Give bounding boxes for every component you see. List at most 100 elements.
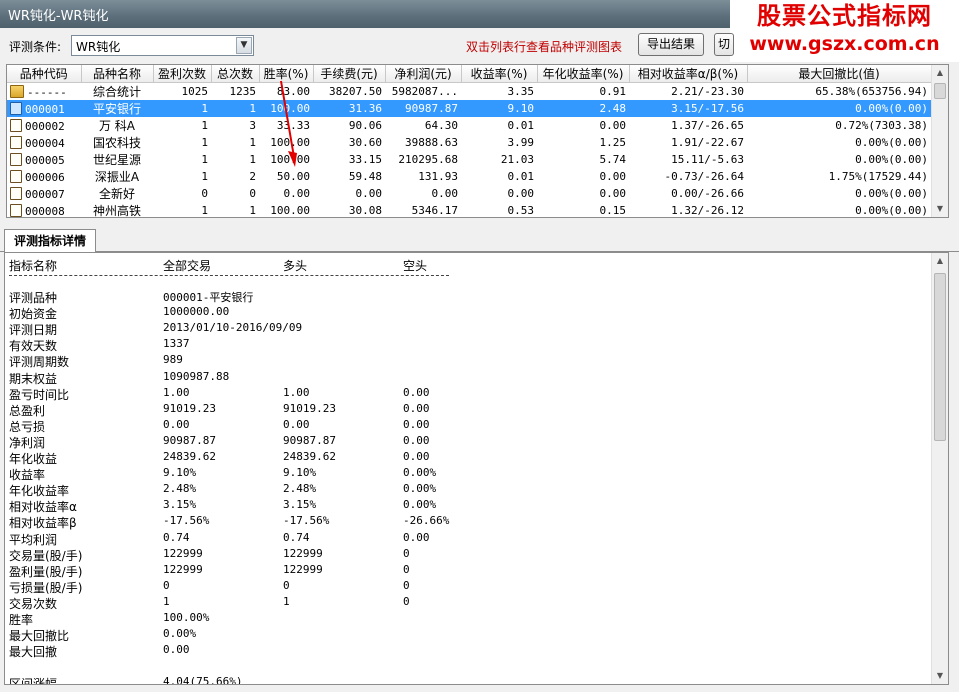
detail-short: 0.00	[403, 450, 430, 463]
detail-all: 3.15%	[163, 498, 197, 512]
cell-win: 0	[201, 187, 208, 200]
detail-long: 3.15%	[283, 498, 317, 512]
detail-short: 0.00%	[403, 498, 437, 512]
detail-name: 评测周期数	[9, 355, 70, 370]
detail-name: 初始资金	[9, 307, 58, 322]
detail-short: 0.00	[403, 401, 430, 415]
cell-win: 1	[201, 170, 208, 183]
grid-column-header[interactable]: 品种代码	[7, 65, 82, 83]
cell-win: 1	[201, 153, 208, 166]
detail-all: 1.00	[163, 385, 190, 399]
detail-long: 0.74	[283, 530, 310, 544]
detail-all: 24839.62	[163, 450, 216, 463]
grid-column-header[interactable]: 年化收益率(%)	[537, 65, 630, 83]
grid-column-header[interactable]: 盈利次数	[153, 65, 212, 83]
scroll-down-icon[interactable]: ▼	[932, 201, 948, 217]
grid-column-header[interactable]: 相对收益率α/β(%)	[629, 65, 748, 83]
detail-name: 区间涨幅	[9, 677, 58, 685]
scroll-up-icon[interactable]: ▲	[932, 253, 948, 269]
cell-annual: 5.74	[599, 153, 627, 166]
detail-row: 收益率 9.10% 9.10% 0.00%	[9, 466, 469, 482]
table-row[interactable]: 000004 国农科技 1 1 100.00 30.60 39888.63 3.99 1.25 1…	[7, 134, 931, 151]
detail-name: 年化收益	[9, 452, 58, 466]
cell-relative: -0.73/-26.64	[664, 170, 744, 183]
tab-detail[interactable]: 评测指标详情	[4, 229, 96, 253]
detail-row: 相对收益率β -17.56% -17.56% -26.66%	[9, 514, 469, 530]
detail-row: 有效天数 1337	[9, 337, 469, 353]
grid-column-header[interactable]: 净利润(元)	[385, 65, 462, 83]
table-row[interactable]: 000007 全新好 0 0 0.00 0.00 0.00 0.00 0.00 0.00/-26.…	[7, 185, 931, 202]
grid-column-header[interactable]: 总次数	[211, 65, 260, 83]
cell-relative: 3.15/-17.56	[629, 100, 747, 117]
grid-column-header[interactable]: 收益率(%)	[461, 65, 538, 83]
detail-short: 0	[403, 562, 410, 576]
annotation-arrow-icon	[280, 80, 297, 167]
cell-ret: 21.03	[500, 153, 534, 166]
cell-drawdown: 0.00%(0.00)	[855, 136, 928, 149]
export-results-button[interactable]: 导出结果	[638, 33, 704, 56]
table-row[interactable]: 000002 万 科A 1 3 33.33 90.06 64.30 0.01 0.00 1.37/…	[7, 117, 931, 134]
cell-name: 神州高铁	[92, 204, 141, 218]
cell-ret: 0.01	[507, 170, 535, 183]
condition-label: 评测条件:	[9, 40, 62, 54]
grid-column-header[interactable]: 最大回撤比(值)	[747, 65, 932, 83]
cell-name: 全新好	[98, 187, 135, 201]
cell-profit: 5346.17	[411, 204, 458, 217]
window-title: WR钝化-WR钝化	[8, 9, 109, 24]
detail-scrollbar[interactable]: ▲ ▼	[931, 253, 948, 684]
cell-annual: 2.48	[537, 100, 629, 117]
scroll-up-icon[interactable]: ▲	[932, 65, 948, 81]
chevron-down-icon[interactable]: ▼	[236, 37, 252, 54]
cut-button[interactable]: 切	[714, 33, 734, 56]
toolbar: 评测条件: WR钝化 ▼ 双击列表行查看品种评测图表 导出结果 切	[0, 28, 959, 64]
cell-name: 万 科A	[98, 119, 136, 133]
cell-relative: 15.11/-5.63	[671, 153, 744, 166]
folder-icon	[10, 84, 24, 98]
grid-column-header[interactable]: 手续费(元)	[313, 65, 386, 83]
cell-profit: 90987.87	[385, 100, 461, 117]
cell-ret: 9.10	[461, 100, 537, 117]
cell-ret: 0.53	[507, 204, 535, 217]
grid-column-header[interactable]: 品种名称	[81, 65, 154, 83]
cell-total: 0	[249, 187, 256, 200]
document-icon	[10, 101, 22, 115]
condition-select[interactable]: WR钝化 ▼	[71, 35, 254, 56]
cell-code-text: 000002	[25, 119, 65, 133]
table-row[interactable]: 000006 深振业A 1 2 50.00 59.48 131.93 0.01 0.00 -0.7…	[7, 168, 931, 185]
detail-name: 年化收益率	[9, 484, 70, 499]
table-row[interactable]: 000005 世纪星源 1 1 100.00 33.15 210295.68 21.03 5.7…	[7, 151, 931, 168]
cell-code-text: 000005	[25, 153, 65, 167]
detail-all: 0	[163, 578, 170, 592]
detail-row: 总亏损 0.00 0.00 0.00	[9, 418, 469, 434]
cell-ret: 3.99	[507, 136, 535, 149]
detail-all: 122999	[163, 562, 203, 576]
table-row[interactable]: 000001 平安银行 1 1 100.00 31.36 90987.87 9.10 2.48 3…	[7, 100, 931, 117]
cell-drawdown: 0.00%(0.00)	[855, 204, 928, 217]
detail-long: 0.00	[283, 417, 310, 431]
scroll-thumb[interactable]	[934, 83, 946, 99]
grid-scrollbar[interactable]: ▲ ▼	[931, 65, 948, 217]
detail-name: 盈亏时间比	[9, 387, 70, 402]
cell-code: 000007	[7, 185, 81, 202]
detail-row: 最大回撤 0.00	[9, 643, 469, 659]
detail-name: 交易量(股/手)	[9, 548, 83, 563]
cell-drawdown: 0.00%(0.00)	[747, 100, 931, 117]
detail-row: 平均利润 0.74 0.74 0.00	[9, 531, 469, 547]
scroll-thumb[interactable]	[934, 273, 946, 441]
detail-name: 亏损量(股/手)	[9, 580, 83, 595]
hint-text: 双击列表行查看品种评测图表	[466, 40, 623, 54]
detail-all: 989	[163, 353, 183, 367]
scroll-down-icon[interactable]: ▼	[932, 668, 948, 684]
detail-long: 91019.23	[283, 401, 336, 415]
cell-name: 国农科技	[92, 136, 141, 150]
cell-annual: 1.25	[599, 136, 627, 149]
detail-all: 91019.23	[163, 401, 216, 415]
detail-short: 0.00	[403, 433, 430, 447]
detail-short: 0.00%	[403, 482, 437, 496]
detail-name: 最大回撤比	[9, 629, 70, 644]
table-row[interactable]: ------ 综合统计 1025 1235 83.00 38207.50 5982087..…	[7, 83, 931, 101]
results-grid[interactable]: 品种代码 品种名称 盈利次数 总次数 胜率(%) 手续费(元) 净利润(元) 收益率(%) 年化…	[6, 64, 949, 218]
table-row[interactable]: 000008 神州高铁 1 1 100.00 30.08 5346.17 0.53 0.15 1.…	[7, 202, 931, 219]
detail-short: 0	[403, 594, 410, 608]
detail-long: 1.00	[283, 385, 310, 399]
